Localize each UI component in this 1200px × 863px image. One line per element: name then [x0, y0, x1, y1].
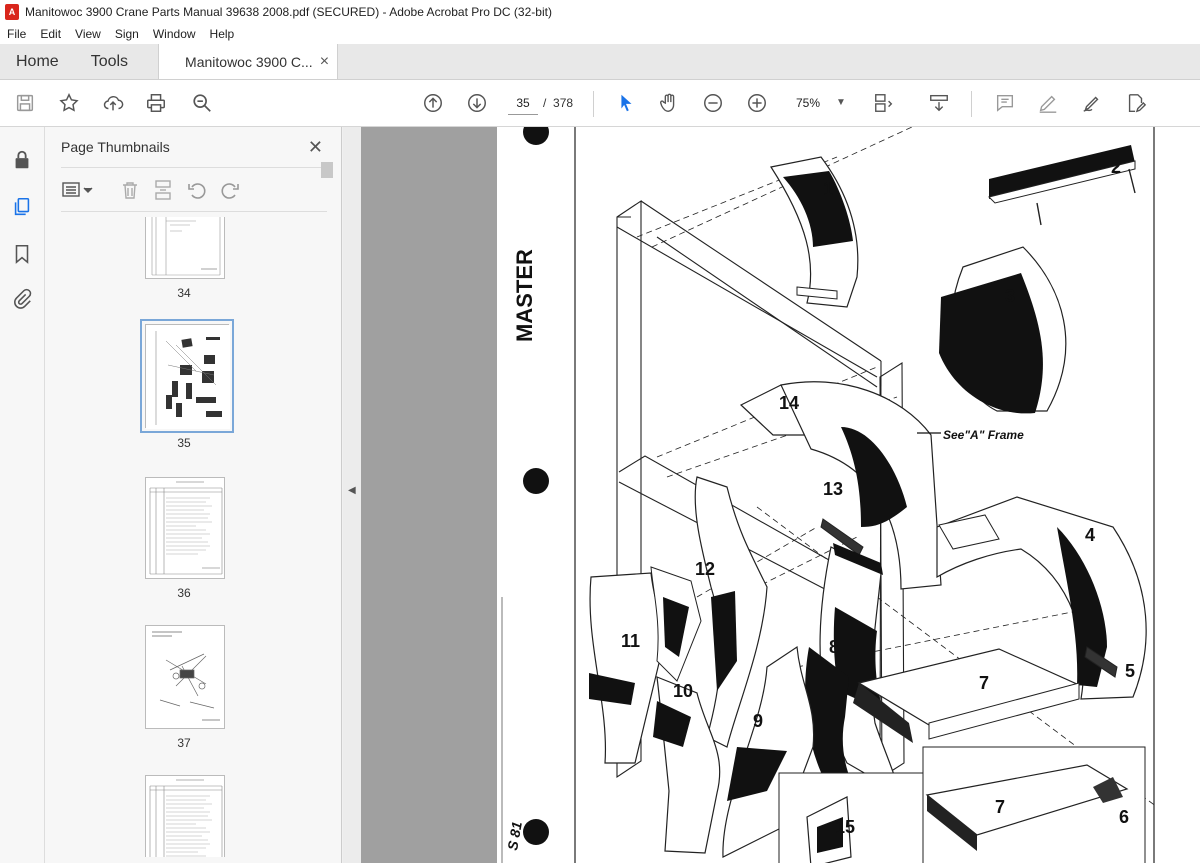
edit-pdf-icon[interactable] — [1124, 91, 1148, 115]
page-total: / 378 — [543, 91, 573, 115]
print-icon[interactable] — [144, 91, 168, 115]
attachment-icon[interactable] — [10, 287, 34, 311]
document-viewport[interactable]: MASTER See"A" Frame 1 2 3 4 5 6 7 8 9 10… — [361, 127, 1200, 863]
part-number: 13 — [823, 479, 843, 499]
part-number: 9 — [753, 711, 763, 731]
delete-page-icon[interactable] — [119, 179, 141, 201]
zoom-search-icon[interactable] — [190, 91, 214, 115]
divider — [61, 167, 327, 168]
tab-tools[interactable]: Tools — [75, 44, 144, 79]
zoom-out-icon[interactable] — [701, 91, 725, 115]
part-number: 7 — [979, 673, 989, 693]
menu-help[interactable]: Help — [203, 27, 242, 41]
part-number: 2 — [1111, 157, 1121, 177]
tab-document[interactable]: Manitowoc 3900 C... × — [158, 44, 339, 79]
part-number: 7 — [995, 797, 1005, 817]
page-separator: / — [543, 96, 547, 110]
chevron-down-icon: ▼ — [836, 97, 846, 108]
thumbnail-toolbar — [59, 177, 329, 203]
thumbnail-page[interactable] — [145, 477, 225, 579]
scrollbar-thumb[interactable] — [321, 162, 333, 178]
rotate-left-icon[interactable] — [186, 179, 208, 201]
part-number: 15 — [835, 817, 855, 837]
edge-label: S 81 — [504, 820, 525, 851]
acrobat-app-icon: A — [5, 3, 19, 20]
lock-icon[interactable] — [10, 148, 34, 172]
thumbnail-page-label: 37 — [177, 736, 191, 750]
panel-collapse-handle[interactable]: ◀ — [343, 127, 361, 863]
part-number: 12 — [695, 559, 715, 579]
toolbar-divider — [971, 91, 972, 117]
pdf-page: MASTER See"A" Frame 1 2 3 4 5 6 7 8 9 10… — [497, 127, 1200, 863]
parts-diagram: MASTER See"A" Frame 1 2 3 4 5 6 7 8 9 10… — [501, 127, 1158, 863]
tab-home-label: Home — [16, 52, 59, 70]
scroll-mode-icon[interactable] — [927, 91, 951, 115]
zoom-level-select[interactable]: 75% ▼ — [790, 91, 850, 115]
divider — [61, 211, 327, 212]
insert-page-icon[interactable] — [152, 179, 174, 201]
page-thumbnails-icon[interactable] — [10, 195, 34, 219]
side-label: MASTER — [512, 249, 537, 342]
tab-bar: Home Tools Manitowoc 3900 C... × — [0, 44, 1200, 80]
tab-close-button[interactable]: × — [320, 53, 329, 71]
star-icon[interactable] — [57, 91, 81, 115]
part-number: 8 — [829, 637, 839, 657]
part-number: 4 — [1085, 525, 1095, 545]
thumbnail-options-icon[interactable] — [61, 180, 95, 200]
part-number: 3 — [1005, 286, 1015, 306]
previous-page-icon[interactable] — [421, 91, 445, 115]
hand-tool-icon[interactable] — [657, 91, 681, 115]
thumbnail-page-label: 36 — [177, 586, 191, 600]
part-number: 10 — [673, 681, 693, 701]
thumbnail-list: 34 35 36 37 — [45, 217, 325, 857]
panel-title: Page Thumbnails — [61, 139, 170, 155]
rotate-right-icon[interactable] — [219, 179, 241, 201]
menu-file[interactable]: File — [0, 27, 33, 41]
close-icon[interactable]: ✕ — [308, 137, 323, 158]
chevron-left-icon: ◀ — [348, 485, 356, 496]
thumbnails-panel: Page Thumbnails ✕ 34 35 36 37 — [45, 127, 377, 863]
upload-cloud-icon[interactable] — [101, 91, 125, 115]
menu-bar: File Edit View Sign Window Help — [0, 23, 1200, 44]
thumbnail-page[interactable] — [145, 625, 225, 729]
part-number: 14 — [779, 393, 799, 413]
thumbnail-page-label: 35 — [177, 436, 191, 450]
part-number: 1 — [823, 179, 833, 199]
menu-edit[interactable]: Edit — [33, 27, 68, 41]
thumbnail-page[interactable] — [145, 217, 225, 279]
zoom-level-value: 75% — [796, 96, 821, 110]
tab-tools-label: Tools — [90, 52, 129, 70]
select-cursor-icon[interactable] — [614, 91, 638, 115]
highlight-pen-icon[interactable] — [1036, 91, 1060, 115]
thumbnail-page-selected[interactable] — [140, 319, 234, 433]
page-total-count: 378 — [553, 96, 574, 110]
tab-document-label: Manitowoc 3900 C... — [185, 53, 313, 70]
main-toolbar — [0, 80, 1200, 127]
page-fit-icon[interactable] — [872, 91, 896, 115]
part-number: 5 — [1125, 661, 1135, 681]
comment-icon[interactable] — [993, 91, 1017, 115]
left-rail — [0, 127, 45, 863]
callout-label: See"A" Frame — [943, 428, 1024, 442]
page-number-input[interactable]: 35 — [508, 91, 538, 115]
bookmark-icon[interactable] — [10, 242, 34, 266]
title-bar: A Manitowoc 3900 Crane Parts Manual 3963… — [0, 0, 1200, 23]
menu-window[interactable]: Window — [146, 27, 203, 41]
window-title: Manitowoc 3900 Crane Parts Manual 39638 … — [25, 4, 552, 19]
part-number: 6 — [1119, 807, 1129, 827]
thumbnail-page-label: 34 — [177, 286, 191, 300]
thumbnail-page[interactable] — [145, 775, 225, 857]
zoom-in-icon[interactable] — [745, 91, 769, 115]
draw-sign-icon[interactable] — [1080, 91, 1104, 115]
toolbar-divider — [593, 91, 594, 117]
menu-sign[interactable]: Sign — [108, 27, 146, 41]
part-number: 11 — [621, 631, 640, 651]
next-page-icon[interactable] — [465, 91, 489, 115]
save-icon[interactable] — [13, 91, 37, 115]
tab-home[interactable]: Home — [0, 44, 75, 79]
menu-view[interactable]: View — [68, 27, 108, 41]
